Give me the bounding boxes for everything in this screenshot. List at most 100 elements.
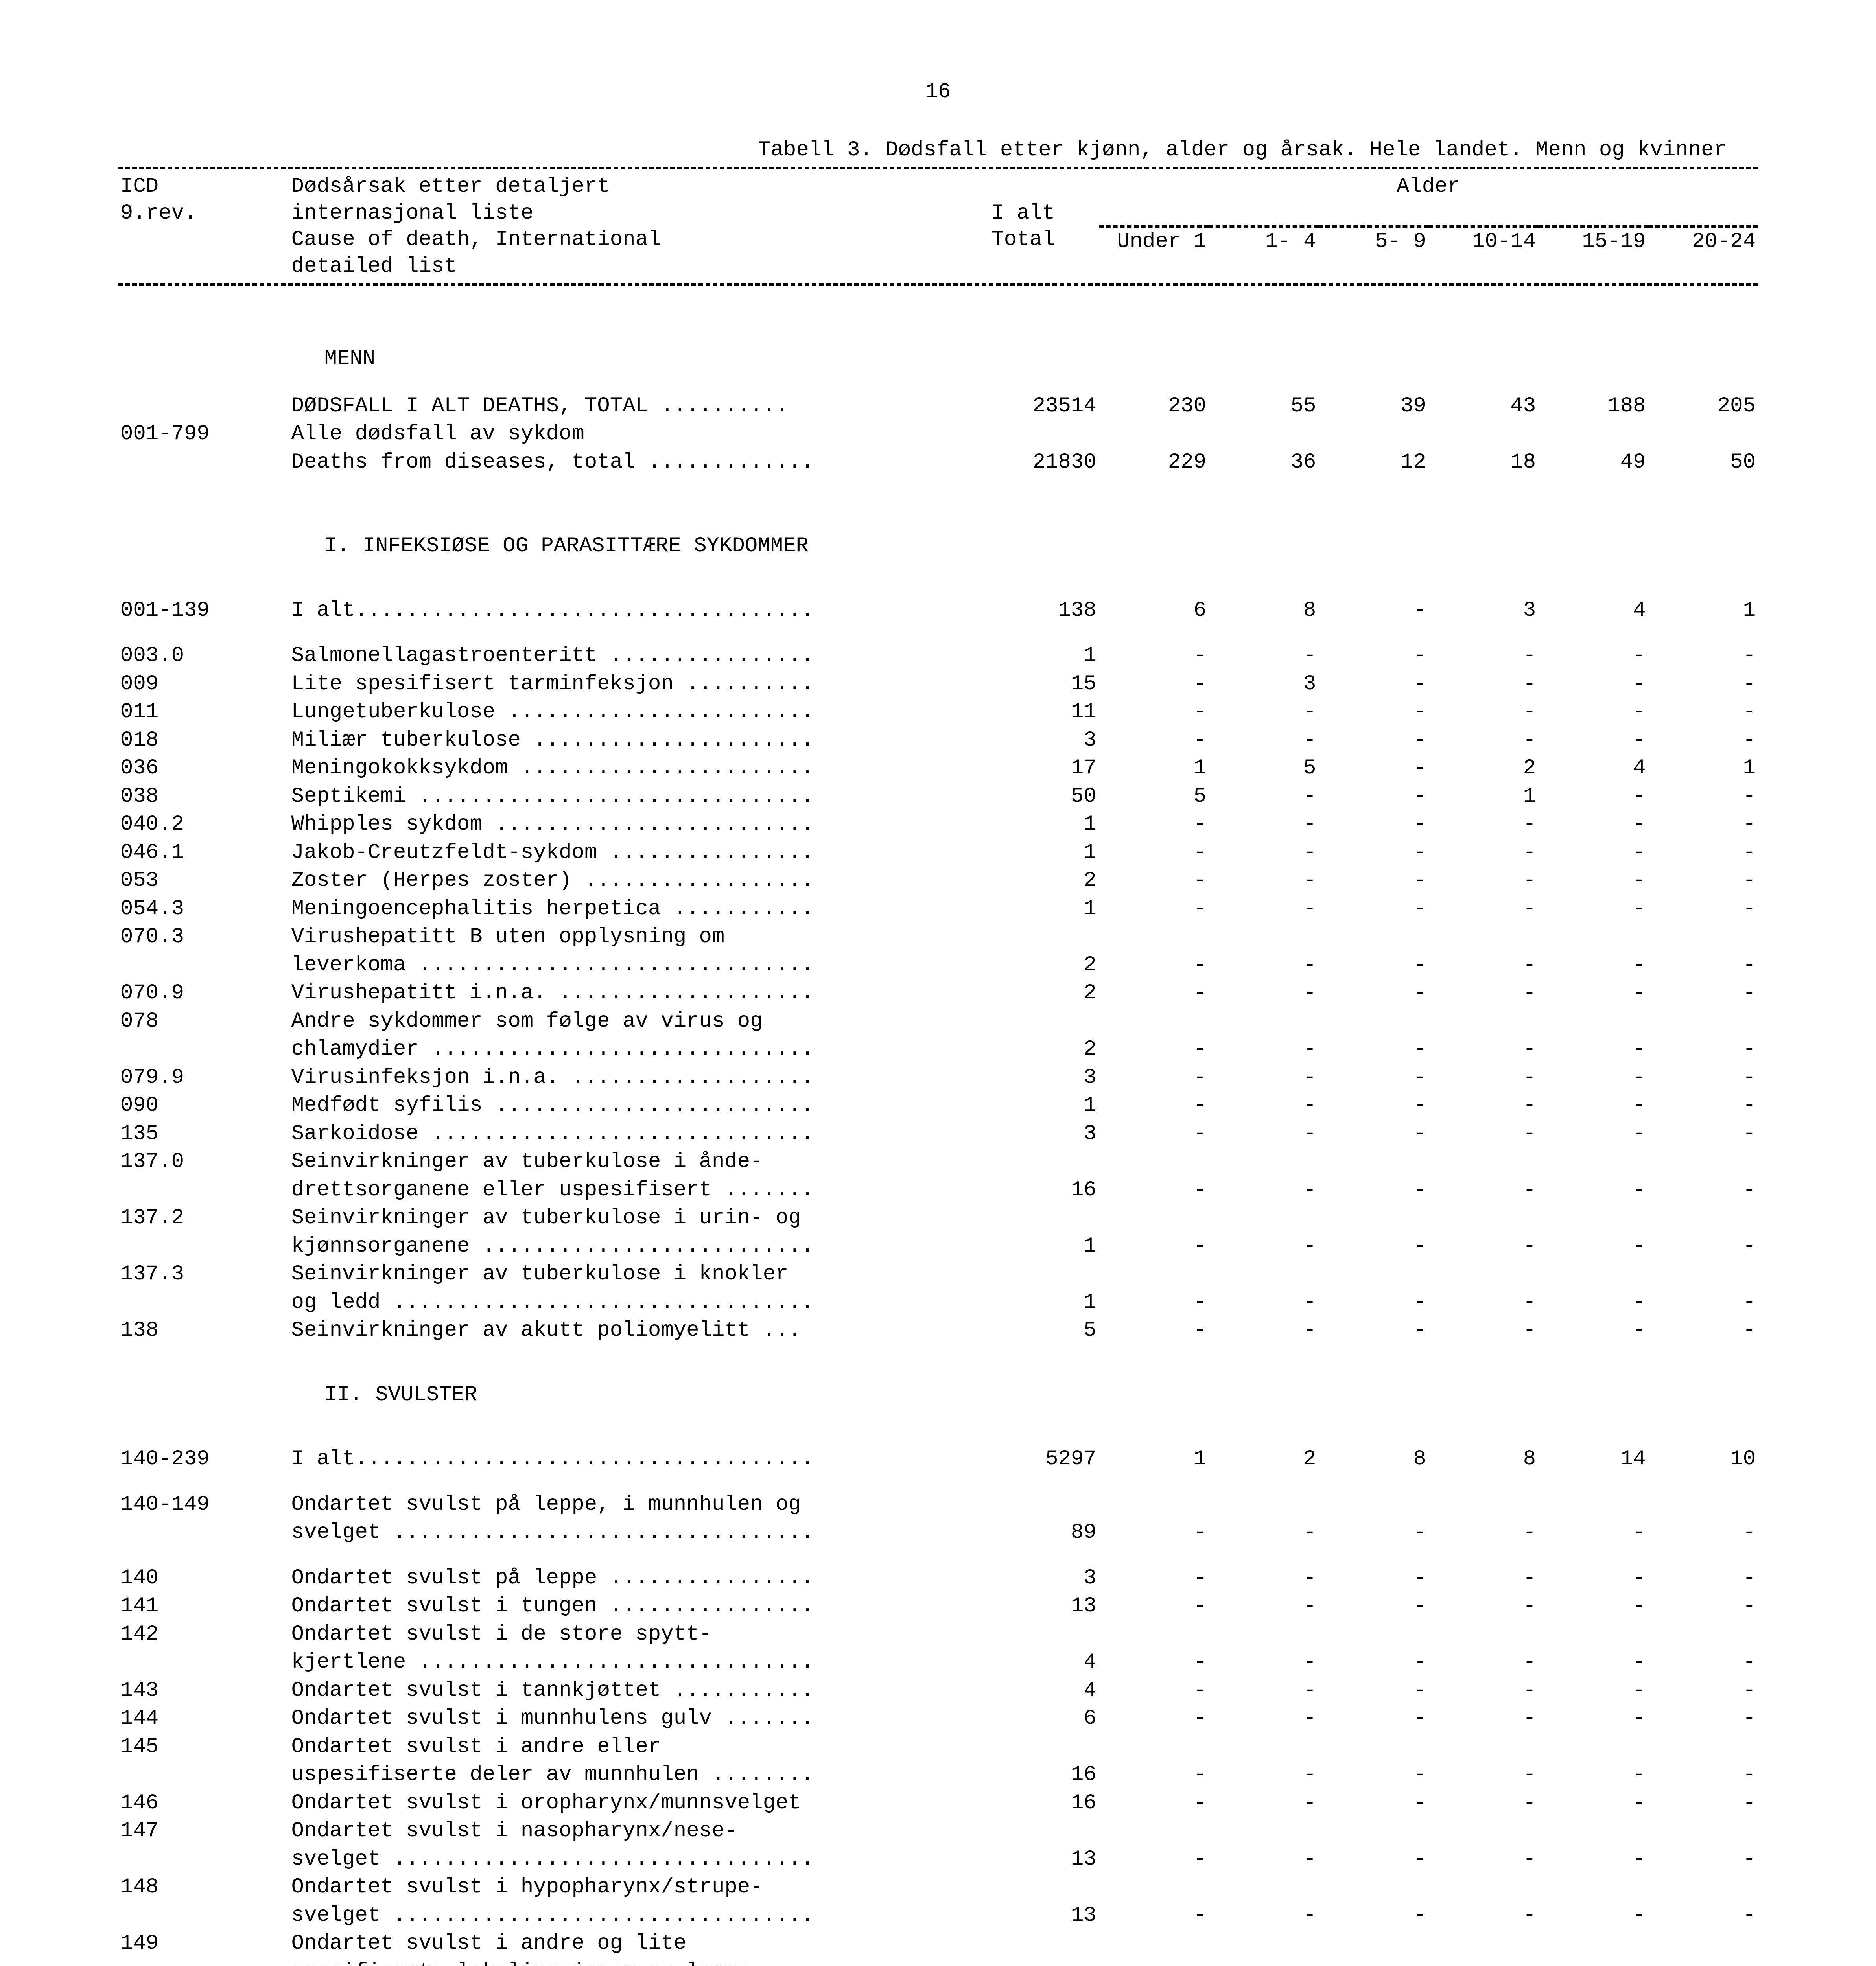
cell: - (1318, 839, 1428, 867)
cell (1099, 1260, 1209, 1289)
table-row: MENN (118, 326, 1758, 392)
cell: - (1209, 782, 1318, 811)
cell (1538, 1817, 1648, 1845)
cell: 003.0 (118, 642, 289, 670)
col-under1: Under 1 (1099, 226, 1209, 280)
cell: - (1648, 1289, 1758, 1317)
cell: Meningoencephalitis herpetica ..........… (289, 895, 989, 923)
table-row: uspesifiserte deler av munnhulen .......… (118, 1761, 1758, 1789)
cell: - (1209, 1789, 1318, 1817)
cell: uspesifiserte deler av munnhulen .......… (289, 1761, 989, 1789)
cell (1538, 420, 1648, 448)
cell: 43 (1428, 392, 1538, 420)
cell (1099, 1620, 1209, 1649)
cell (1428, 420, 1538, 448)
cell: - (1538, 1092, 1648, 1120)
cell: 046.1 (118, 839, 289, 867)
cell: 1 (1648, 596, 1758, 625)
cell: - (1209, 895, 1318, 923)
cell: Ondartet svulst i tungen ...............… (289, 1592, 989, 1620)
cell: - (1099, 1092, 1209, 1120)
table-body: MENNDØDSFALL I ALT DEATHS, TOTAL .......… (118, 280, 1758, 1966)
cell: - (1099, 1592, 1209, 1620)
cell: - (1648, 979, 1758, 1007)
cell (1209, 1204, 1318, 1232)
cell: Virusinfeksjon i.n.a. ..................… (289, 1064, 989, 1092)
cell: - (1538, 642, 1648, 670)
cell: - (1428, 698, 1538, 726)
cell: - (1428, 1035, 1538, 1064)
cell: 8 (1428, 1445, 1538, 1473)
table-row: Deaths from diseases, total ............… (118, 448, 1758, 477)
table-row: 140-149Ondartet svulst på leppe, i munnh… (118, 1491, 1758, 1519)
cell (1428, 1873, 1538, 1902)
cell (1538, 1929, 1648, 1958)
cell (989, 1733, 1098, 1761)
cell: - (1209, 642, 1318, 670)
cell: 053 (118, 867, 289, 895)
cell: 89 (989, 1519, 1098, 1547)
cell: - (1428, 1120, 1538, 1148)
cell: 137.2 (118, 1204, 289, 1232)
table-row: 148Ondartet svulst i hypopharynx/strupe- (118, 1873, 1758, 1902)
cell: - (1538, 1176, 1648, 1204)
table-row: 038Septikemi ...........................… (118, 782, 1758, 811)
cell: Septikemi ..............................… (289, 782, 989, 811)
cell (1209, 923, 1318, 951)
cell (1428, 1007, 1538, 1036)
section-heading: I. INFEKSIØSE OG PARASITTÆRE SYKDOMMER (118, 513, 1758, 579)
cell: Virushepatitt i.n.a. ...................… (289, 979, 989, 1007)
cell: - (1099, 1316, 1209, 1345)
cell (1648, 1204, 1758, 1232)
cell: - (1538, 1902, 1648, 1930)
cell: 13 (989, 1592, 1098, 1620)
age-header: Alder (1099, 173, 1758, 226)
cell: - (1428, 1845, 1538, 1874)
cause-header: Dødsårsak etter detaljert internasjonal … (289, 173, 989, 280)
cell: - (1099, 1519, 1209, 1547)
cell: - (1318, 1902, 1428, 1930)
cell: 001-799 (118, 420, 289, 448)
cell: Ondartet svulst i munnhulens gulv ......… (289, 1705, 989, 1733)
cell: 1 (989, 839, 1098, 867)
cell: - (1538, 867, 1648, 895)
cell: og ledd ................................… (289, 1289, 989, 1317)
cell (1099, 1958, 1209, 1966)
cell: - (1318, 642, 1428, 670)
cell: - (1318, 698, 1428, 726)
cell: 5297 (989, 1445, 1098, 1473)
cell: Ondartet svulst i nasopharynx/nese- (289, 1817, 989, 1845)
cell: - (1209, 951, 1318, 979)
cell: 3 (989, 1564, 1098, 1592)
cell: - (1428, 1289, 1538, 1317)
cell: - (1538, 1677, 1648, 1705)
cell: - (1099, 1902, 1209, 1930)
cell: drettsorganene eller uspesifisert ......… (289, 1176, 989, 1204)
cell (1428, 1817, 1538, 1845)
cell: Seinvirkninger av akutt poliomyelitt ... (289, 1316, 989, 1345)
table-row: 070.3Virushepatitt B uten opplysning om (118, 923, 1758, 951)
cell: - (1648, 670, 1758, 698)
cell: - (1318, 1519, 1428, 1547)
cell: - (1428, 895, 1538, 923)
cell: - (1428, 1789, 1538, 1817)
cell: spesifiserte lokalisasjoner av leppe, (289, 1958, 989, 1966)
cell (1538, 1491, 1648, 1519)
cell (1648, 1929, 1758, 1958)
page-number: 16 (118, 79, 1758, 105)
cell: - (1538, 951, 1648, 979)
cell: - (1428, 642, 1538, 670)
cell (1648, 1007, 1758, 1036)
cell: - (1209, 867, 1318, 895)
cell (1209, 1873, 1318, 1902)
cell (1648, 923, 1758, 951)
table-row (118, 1473, 1758, 1491)
table-row: 140Ondartet svulst på leppe ............… (118, 1564, 1758, 1592)
cell: 5 (989, 1316, 1098, 1345)
cell: - (1648, 642, 1758, 670)
cell (1648, 1620, 1758, 1649)
table-title: Tabell 3. Dødsfall etter kjønn, alder og… (118, 137, 1758, 164)
cell: 149 (118, 1929, 289, 1958)
cell: 16 (989, 1789, 1098, 1817)
cell: Ondartet svulst i hypopharynx/strupe- (289, 1873, 989, 1902)
